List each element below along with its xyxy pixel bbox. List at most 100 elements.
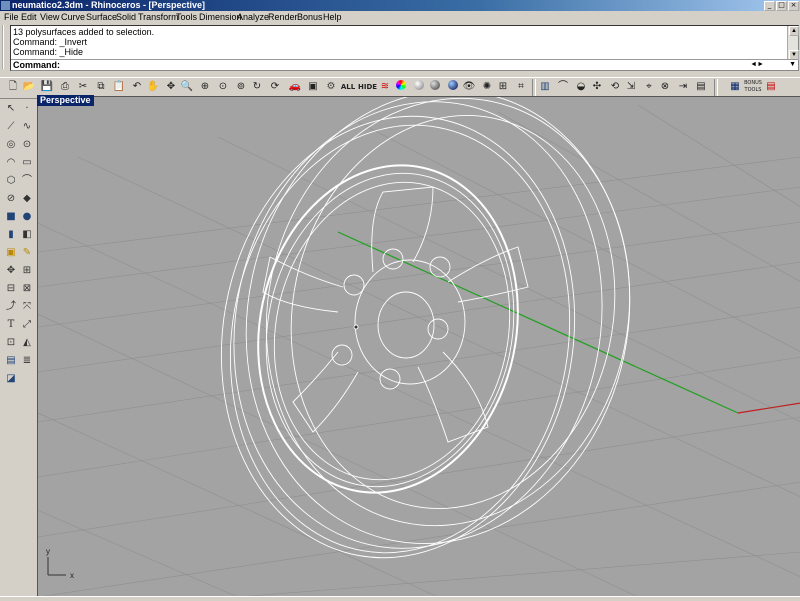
surface-tools-icon[interactable]: ◆ — [20, 192, 34, 206]
front-view-icon[interactable]: ▥ — [538, 80, 552, 94]
point-icon[interactable]: · — [20, 102, 34, 116]
menu-render[interactable]: Render — [268, 11, 298, 24]
spin-up-icon[interactable]: ◄► — [750, 60, 764, 70]
blue-sphere-icon[interactable] — [446, 80, 460, 94]
surface-icon[interactable]: ◒ — [574, 80, 588, 94]
rectangle-icon[interactable]: ▭ — [20, 156, 34, 170]
menu-solid[interactable]: Solid — [116, 11, 136, 24]
doc-icon[interactable]: ▤ — [694, 80, 708, 94]
copy-icon[interactable]: ⧉ — [94, 80, 108, 94]
select-icon[interactable]: ↖ — [4, 102, 18, 116]
dimension-icon[interactable]: ⤢ — [20, 318, 34, 332]
save-icon[interactable]: 💾 — [40, 80, 54, 94]
cut-icon[interactable]: ✂ — [76, 80, 90, 94]
show-all-button[interactable]: ALL — [340, 80, 356, 94]
car-icon[interactable]: 🚗 — [288, 80, 302, 94]
move-icon[interactable]: ✥ — [164, 80, 178, 94]
properties-icon[interactable]: ≣ — [20, 354, 34, 368]
rotate-view-icon[interactable]: ↻ — [250, 80, 264, 94]
trim-icon[interactable]: ⊟ — [4, 282, 18, 296]
target-icon[interactable]: ⌖ — [642, 80, 656, 94]
pan-icon[interactable]: ✋ — [146, 80, 160, 94]
menu-view[interactable]: View — [40, 11, 59, 24]
offset-icon[interactable]: ⊘ — [4, 192, 18, 206]
menu-transform[interactable]: Transform — [138, 11, 179, 24]
mesh-icon[interactable]: ⊗ — [658, 80, 672, 94]
layer-tool-icon[interactable]: ▤ — [4, 354, 18, 368]
palette-icon[interactable]: ▤ — [764, 80, 778, 94]
maximize-button[interactable]: □ — [776, 1, 787, 11]
mesh-tools-icon[interactable]: ▣ — [4, 246, 18, 260]
cursor-icon[interactable]: ⇲ — [624, 80, 638, 94]
curve-cp-icon[interactable]: ∿ — [20, 120, 34, 134]
array-icon[interactable]: ⊞ — [20, 264, 34, 278]
print-icon[interactable]: ⎙ — [58, 80, 72, 94]
snap-icon[interactable]: ⊞ — [496, 80, 510, 94]
split-icon[interactable]: ⊠ — [20, 282, 34, 296]
rotate-icon[interactable]: ⟲ — [608, 80, 622, 94]
menu-help[interactable]: Help — [323, 11, 342, 24]
spin-down-icon[interactable]: ▼ — [789, 60, 796, 70]
menu-dimension[interactable]: Dimension — [199, 11, 242, 24]
menu-bar: File Edit View Curve Surface Solid Trans… — [0, 11, 800, 24]
menu-analyze[interactable]: Analyze — [237, 11, 269, 24]
set-view-icon[interactable]: ⟳ — [268, 80, 282, 94]
curve-icon[interactable]: ⌒ — [556, 80, 570, 94]
export-icon[interactable]: ⇥ — [676, 80, 690, 94]
menu-curve[interactable]: Curve — [61, 11, 85, 24]
construction-grid — [38, 104, 800, 597]
boolean-icon[interactable]: ◧ — [20, 228, 34, 242]
color-wheel-icon[interactable] — [394, 80, 408, 94]
command-input-row[interactable]: Command: ◄► ▼ — [11, 59, 798, 70]
eye-icon[interactable]: 👁 — [462, 80, 476, 94]
circle-icon[interactable]: ◎ — [4, 138, 18, 152]
paste-icon[interactable]: 📋 — [112, 80, 126, 94]
options-icon[interactable]: ▦ — [728, 80, 742, 94]
scroll-up-icon[interactable]: ▲ — [789, 26, 799, 36]
render-sphere-icon[interactable] — [412, 80, 426, 94]
history-scrollbar[interactable]: ▲ ▼ — [787, 26, 799, 60]
menu-surface[interactable]: Surface — [86, 11, 117, 24]
edit-pts-icon[interactable]: ✎ — [20, 246, 34, 260]
polygon-icon[interactable]: ⬡ — [4, 174, 18, 188]
command-grip[interactable] — [2, 25, 10, 69]
zoom-window-icon[interactable]: ⊕ — [198, 80, 212, 94]
zoom-extents-icon[interactable]: ⊙ — [216, 80, 230, 94]
menu-file[interactable]: File — [4, 11, 19, 24]
fillet-icon[interactable]: ⌒ — [20, 174, 34, 188]
settings-icon[interactable]: ⚙ — [324, 80, 338, 94]
hide-button[interactable]: HIDE — [358, 80, 377, 94]
sphere-solid-icon[interactable]: ● — [20, 210, 34, 224]
extrude-icon[interactable]: ▮ — [4, 228, 18, 242]
new-icon[interactable]: 🗋 — [6, 80, 20, 94]
box-icon[interactable]: ▣ — [306, 80, 320, 94]
viewport-title[interactable]: Perspective — [37, 95, 94, 106]
menu-edit[interactable]: Edit — [21, 11, 37, 24]
ellipse-icon[interactable]: ⊙ — [20, 138, 34, 152]
zoom-icon[interactable]: 🔍 — [180, 80, 194, 94]
gumball-icon[interactable]: ✣ — [590, 80, 604, 94]
close-button[interactable]: × — [788, 1, 799, 11]
bonus-tools-button[interactable]: BONUS TOOLS — [744, 80, 762, 94]
polyline-icon[interactable]: ⟋ — [4, 120, 18, 134]
stack-icon[interactable]: ◪ — [4, 372, 18, 386]
menu-bonus[interactable]: Bonus — [297, 11, 323, 24]
grid-icon[interactable]: ⌗ — [514, 80, 528, 94]
explode-icon[interactable]: ⤧ — [20, 300, 34, 314]
open-icon[interactable]: 📂 — [22, 80, 36, 94]
light-icon[interactable]: ✺ — [480, 80, 494, 94]
text-icon[interactable]: T — [4, 318, 18, 332]
analyze-icon[interactable]: ⊡ — [4, 336, 18, 350]
perspective-viewport[interactable]: x y — [37, 96, 800, 598]
move-tool-icon[interactable]: ✥ — [4, 264, 18, 278]
join-icon[interactable]: ⤴ — [4, 300, 18, 314]
zoom-selected-icon[interactable]: ⊚ — [234, 80, 248, 94]
box-solid-icon[interactable]: ■ — [4, 210, 18, 224]
minimize-button[interactable]: _ — [764, 1, 775, 11]
render-tool-icon[interactable]: ◭ — [20, 336, 34, 350]
shaded-icon[interactable] — [428, 80, 442, 94]
arc-icon[interactable]: ◠ — [4, 156, 18, 170]
undo-icon[interactable]: ↶ — [130, 80, 144, 94]
layers-icon[interactable]: ≋ — [378, 80, 392, 94]
menu-tools[interactable]: Tools — [176, 11, 197, 24]
